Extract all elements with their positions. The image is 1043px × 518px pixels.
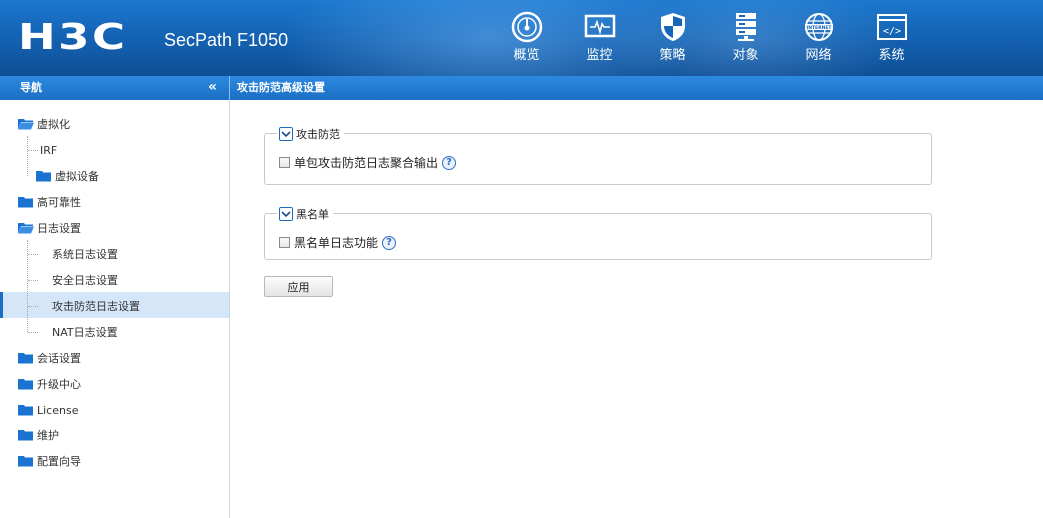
section-legend-label: 攻击防范 [296, 128, 340, 141]
folder-icon [18, 429, 34, 441]
folder-open-icon [18, 118, 34, 130]
sidebar-item-security-log[interactable]: 安全日志设置 [52, 267, 118, 293]
sidebar-item-label: NAT日志设置 [52, 326, 118, 339]
sidebar-item-label: 虚拟设备 [55, 170, 99, 183]
server-stack-icon [729, 10, 763, 44]
shield-icon [656, 10, 690, 44]
page-title: 攻击防范高级设置 [237, 81, 325, 94]
tab-object[interactable]: 对象 [709, 10, 782, 72]
sidebar-item-label: 虚拟化 [37, 118, 70, 131]
subbar-divider [229, 76, 230, 100]
sidebar-item-label: 维护 [37, 429, 59, 442]
tab-system[interactable]: </> 系统 [855, 10, 928, 72]
tab-label: 策略 [659, 48, 686, 63]
sidebar-item-log-settings[interactable]: 日志设置 [18, 215, 81, 241]
sidebar-item-label: 配置向导 [37, 455, 81, 468]
tab-policy[interactable]: 策略 [636, 10, 709, 72]
code-window-icon: </> [875, 10, 909, 44]
sidebar-item-label: 日志设置 [37, 222, 81, 235]
sidebar-item-maintenance[interactable]: 维护 [18, 422, 59, 448]
brand-logo: H3C [18, 17, 128, 58]
help-icon[interactable]: ? [442, 155, 457, 170]
selected-row-indicator [0, 292, 3, 318]
dashboard-icon [510, 10, 544, 44]
section-legend: 黑名单 [277, 206, 333, 222]
tree-line [28, 306, 38, 307]
folder-icon [18, 196, 34, 208]
section-legend-label: 黑名单 [296, 208, 329, 221]
folder-icon [18, 455, 34, 467]
folder-icon [36, 170, 52, 182]
sidebar-item-label: 攻击防范日志设置 [52, 300, 140, 313]
sidebar-item-label: 升级中心 [37, 378, 81, 391]
tree-line [27, 136, 28, 176]
option-row: 单包攻击防范日志聚合输出 ? [279, 154, 457, 171]
folder-open-icon [18, 222, 34, 234]
chevron-down-icon[interactable] [279, 127, 293, 141]
monitor-icon [583, 10, 617, 44]
option-label: 单包攻击防范日志聚合输出 [294, 156, 439, 170]
tab-monitor[interactable]: 监控 [563, 10, 636, 72]
sidebar-item-attack-defense-log[interactable]: 攻击防范日志设置 [52, 293, 140, 319]
tab-overview[interactable]: 概览 [490, 10, 563, 72]
option-label: 黑名单日志功能 [294, 236, 379, 250]
sidebar-item-config-wizard[interactable]: 配置向导 [18, 448, 81, 474]
tree-line [28, 150, 38, 151]
product-name: SecPath F1050 [164, 30, 289, 50]
tree-line [28, 280, 38, 281]
internet-globe-icon: INTERNET [802, 10, 836, 44]
folder-icon [18, 352, 34, 364]
sidebar-item-label: 安全日志设置 [52, 274, 118, 287]
svg-text:</>: </> [882, 26, 900, 37]
apply-button[interactable]: 应用 [264, 276, 333, 297]
help-icon[interactable]: ? [382, 235, 397, 250]
blacklist-log-checkbox[interactable] [279, 237, 290, 248]
top-header: H3C SecPath F1050 概览 监控 策略 对象 INTERNET 网… [0, 0, 1043, 76]
main-nav: 概览 监控 策略 对象 INTERNET 网络 </> 系统 [490, 10, 928, 72]
aggregate-log-checkbox[interactable] [279, 157, 290, 168]
chevron-down-icon[interactable] [279, 207, 293, 221]
sidebar-item-label: 高可靠性 [37, 196, 81, 209]
tab-label: 概览 [513, 48, 540, 63]
sidebar-item-high-availability[interactable]: 高可靠性 [18, 189, 81, 215]
sidebar-item-label: 会话设置 [37, 352, 81, 365]
sidebar-item-label: 系统日志设置 [52, 248, 118, 261]
attack-defense-section: 攻击防范 单包攻击防范日志聚合输出 ? [264, 126, 932, 185]
folder-icon [18, 378, 34, 390]
sidebar-item-label: IRF [40, 143, 58, 157]
svg-text:INTERNET: INTERNET [806, 25, 832, 31]
sidebar-item-system-log[interactable]: 系统日志设置 [52, 241, 118, 267]
collapse-sidebar-button[interactable]: « [208, 79, 217, 95]
tab-label: 监控 [586, 48, 613, 63]
tab-label: 对象 [732, 48, 759, 63]
tab-label: 系统 [878, 48, 905, 63]
sidebar-item-session-settings[interactable]: 会话设置 [18, 345, 81, 371]
tab-label: 网络 [805, 48, 832, 63]
sidebar-item-irf[interactable]: IRF [40, 137, 57, 163]
sidebar-item-virtual-device[interactable]: 虚拟设备 [36, 163, 99, 189]
blacklist-section: 黑名单 黑名单日志功能 ? [264, 206, 932, 260]
tab-network[interactable]: INTERNET 网络 [782, 10, 855, 72]
nav-title: 导航 [20, 81, 42, 94]
sidebar-item-license[interactable]: License [18, 397, 78, 423]
sidebar-item-upgrade-center[interactable]: 升级中心 [18, 371, 81, 397]
sub-header-bar: 导航 « 攻击防范高级设置 [0, 76, 1043, 100]
sidebar: 虚拟化 IRF 虚拟设备 高可靠性 日志设置 系统日志设置 安全日志设置 攻击防… [0, 100, 230, 518]
sidebar-item-label: License [37, 403, 79, 417]
folder-icon [18, 404, 34, 416]
sidebar-item-virtualization[interactable]: 虚拟化 [18, 111, 70, 137]
section-legend: 攻击防范 [277, 126, 344, 142]
option-row: 黑名单日志功能 ? [279, 234, 397, 251]
sidebar-item-nat-log[interactable]: NAT日志设置 [52, 319, 118, 345]
tree-line [28, 332, 38, 333]
tree-line [28, 254, 38, 255]
